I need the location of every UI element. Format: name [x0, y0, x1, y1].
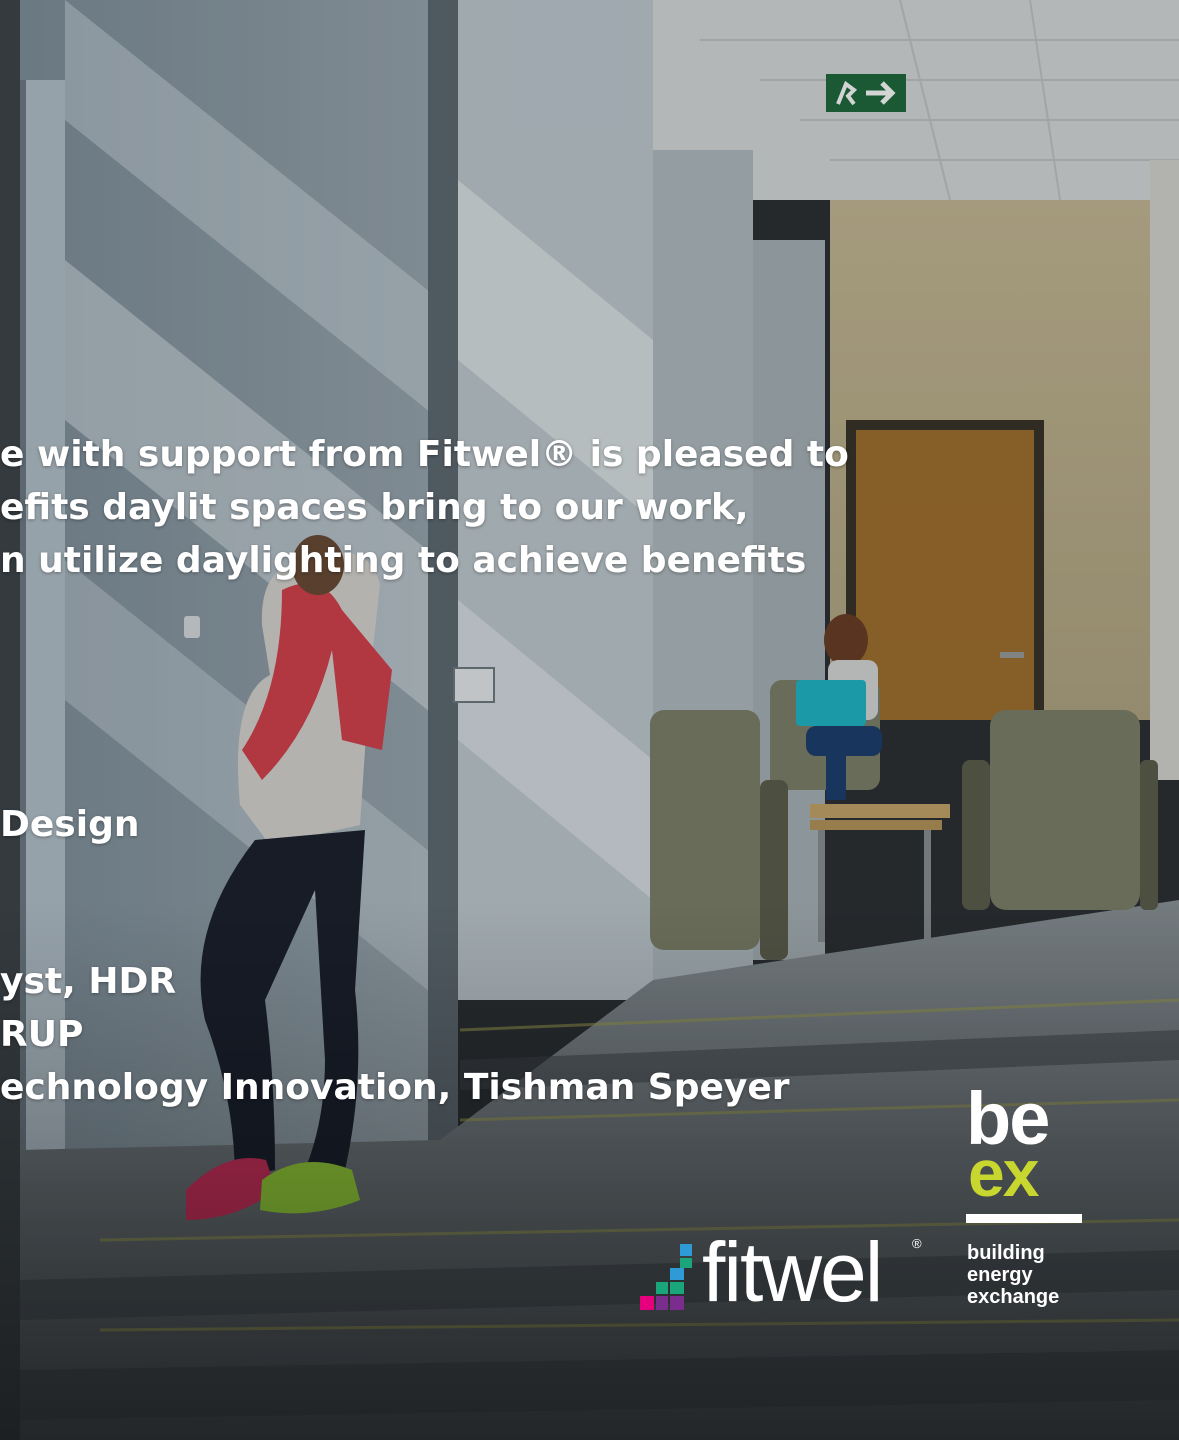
speaker-line: yst, HDR [0, 961, 177, 1002]
fitwel-mark-icon [640, 1244, 692, 1310]
intro-line: n utilize daylighting to achieve benefit… [0, 540, 807, 581]
session-title: Design [0, 804, 140, 845]
slide: e with support from Fitwel® is pleased t… [0, 0, 1179, 1440]
beex-subtitle-line: building [967, 1242, 1045, 1264]
speaker-line: RUP [0, 1014, 84, 1055]
beex-divider [966, 1214, 1082, 1223]
speaker-list: yst, HDR RUP echnology Innovation, Tishm… [0, 955, 790, 1114]
intro-line: e with support from Fitwel® is pleased t… [0, 434, 849, 475]
intro-line: efits daylit spaces bring to our work, [0, 487, 749, 528]
fitwel-logo: fitwel ® [640, 1230, 930, 1316]
speaker-line: echnology Innovation, Tishman Speyer [0, 1067, 790, 1108]
fitwel-wordmark: fitwel [702, 1225, 883, 1319]
intro-paragraph: e with support from Fitwel® is pleased t… [0, 428, 849, 587]
beex-logo: be ex building energy exchange [966, 1082, 1086, 1322]
beex-subtitle: building energy exchange [967, 1242, 1059, 1308]
beex-subtitle-line: exchange [967, 1286, 1060, 1308]
fitwel-registered-mark: ® [912, 1236, 922, 1251]
beex-ex: ex [968, 1136, 1039, 1210]
beex-subtitle-line: energy [967, 1264, 1033, 1286]
